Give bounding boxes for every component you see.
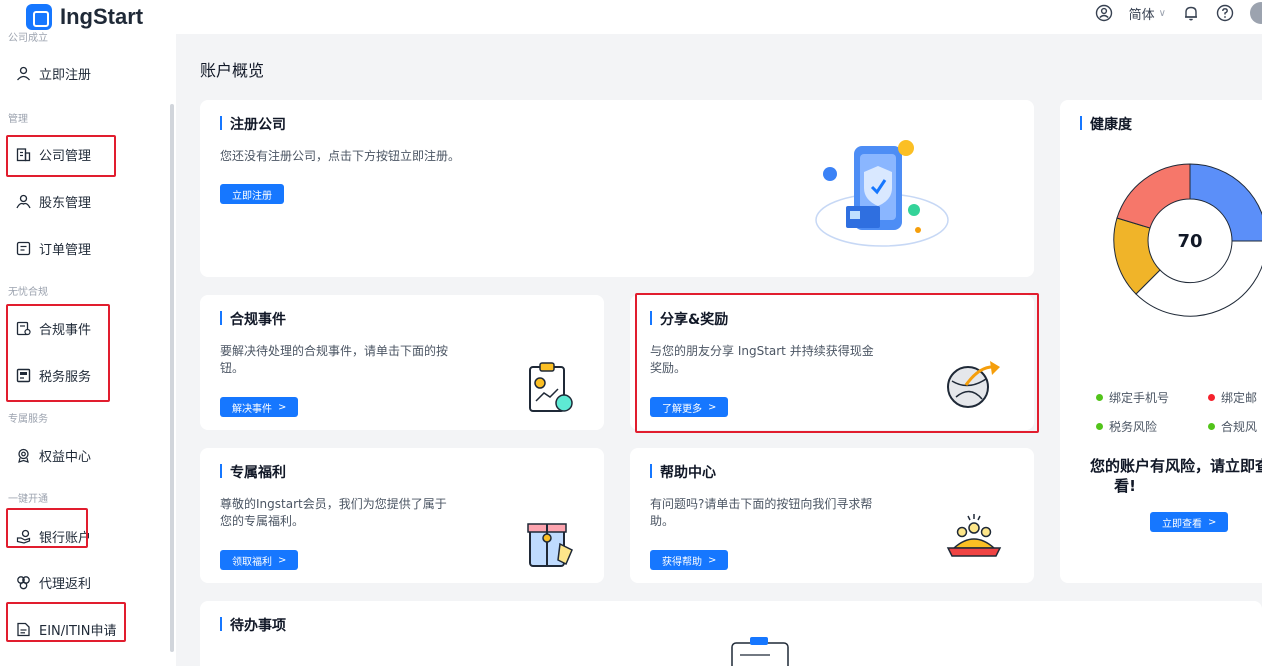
check-circle-icon <box>1208 423 1215 430</box>
register-company-card: 注册公司 您还没有注册公司，点击下方按钮立即注册。 立即注册 <box>200 100 1034 277</box>
chevron-right-icon: > <box>1208 516 1217 528</box>
badge-icon <box>18 448 29 463</box>
card-description: 要解决待处理的合规事件，请单击下面的按钮。 <box>220 344 449 375</box>
section-exclusive: 专属服务 <box>8 414 48 425</box>
logo-icon <box>26 4 52 30</box>
exclusive-welfare-card: 专属福利 尊敬的Ingstart会员，我们为您提供了属于您的专属福利。 领取福利… <box>200 448 604 583</box>
language-select[interactable]: 简体 ∨ <box>1129 4 1166 23</box>
chevron-down-icon: ∨ <box>1158 7 1166 19</box>
legend-item: 绑定手机号 <box>1096 389 1169 406</box>
highlight-bank-account <box>6 508 88 548</box>
check-circle-icon <box>1096 423 1103 430</box>
chevron-right-icon: > <box>708 554 717 566</box>
sidebar-item-label: 订单管理 <box>39 243 92 258</box>
card-description: 有问题吗?请单击下面的按钮向我们寻求帮助。 <box>650 497 873 528</box>
get-help-button[interactable]: 获得帮助 > <box>650 550 729 570</box>
todo-card: 待办事项 <box>200 601 1262 666</box>
risk-warning-text: 您的账户有风险，请立即查 看! <box>1089 457 1262 495</box>
sidebar-item-order-management[interactable]: 订单管理 <box>16 239 91 258</box>
legend-item: 合规风 <box>1208 418 1257 435</box>
chevron-right-icon: > <box>278 401 287 413</box>
help-center-card: 帮助中心 有问题吗?请单击下面的按钮向我们寻求帮助。 获得帮助 > <box>630 448 1034 583</box>
segment-blue <box>1189 163 1262 242</box>
card-title: 健康度 <box>1080 114 1132 134</box>
check-circle-icon <box>1096 394 1103 401</box>
top-header: IngStart 简体 ∨ <box>0 0 1262 34</box>
highlight-compliance-tax <box>6 304 110 402</box>
avatar[interactable] <box>1250 2 1262 24</box>
phone-shield-illustration-icon <box>815 140 949 247</box>
highlight-ein-itin <box>6 602 126 642</box>
clipboard-chart-icon <box>529 362 573 412</box>
coins-icon <box>17 576 30 590</box>
order-list-icon <box>16 241 31 256</box>
card-description: 尊敬的Ingstart会员，我们为您提供了属于您的专属福利。 <box>220 497 447 528</box>
claim-welfare-button[interactable]: 领取福利 > <box>220 550 299 570</box>
page-title: 账户概览 <box>200 61 265 80</box>
compliance-events-card: 合规事件 要解决待处理的合规事件，请单击下面的按钮。 解决事件 > <box>200 295 604 430</box>
clipboard-empty-icon <box>731 637 789 666</box>
card-title: 合规事件 <box>220 309 286 329</box>
health-score: 70 <box>1177 231 1202 252</box>
register-now-button[interactable]: 立即注册 <box>220 184 284 204</box>
card-title: 注册公司 <box>220 114 286 134</box>
close-circle-icon <box>1208 394 1215 401</box>
segment-red <box>1116 163 1191 229</box>
user-icon <box>17 66 30 81</box>
view-now-button[interactable]: 立即查看 > <box>1150 512 1229 532</box>
help-icon[interactable] <box>1216 4 1234 22</box>
section-management: 管理 <box>8 114 28 125</box>
card-title: 帮助中心 <box>650 462 716 482</box>
sidebar-scrollbar[interactable] <box>170 104 174 652</box>
card-description: 您还没有注册公司，点击下方按钮立即注册。 <box>220 149 461 163</box>
highlight-share-reward <box>635 293 1039 433</box>
bell-icon[interactable] <box>1182 4 1200 22</box>
sidebar-item-label: 权益中心 <box>39 450 92 465</box>
resolve-events-button[interactable]: 解决事件 > <box>220 397 299 417</box>
highlight-company-management <box>6 135 116 177</box>
section-one-click: 一键开通 <box>8 494 48 505</box>
app-logo[interactable]: IngStart <box>26 4 143 30</box>
user-shield-icon[interactable] <box>1095 4 1113 22</box>
card-title: 待办事项 <box>220 615 286 635</box>
legend-item: 税务风险 <box>1096 418 1157 435</box>
segment-white <box>1135 240 1262 317</box>
sidebar-item-label: 股东管理 <box>39 196 92 211</box>
sidebar-item-shareholder-management[interactable]: 股东管理 <box>16 192 91 211</box>
sidebar-item-label: 立即注册 <box>39 68 92 83</box>
health-card: 健康度 70 绑定手机号 绑定邮 税务风险 合规风 立即查看 > <box>1060 100 1262 583</box>
sidebar-item-benefits-center[interactable]: 权益中心 <box>16 446 91 465</box>
health-donut-chart: 70 <box>1113 163 1262 317</box>
sidebar-item-label: 代理返利 <box>39 577 92 592</box>
sidebar-item-register[interactable]: 立即注册 <box>16 64 91 83</box>
gift-box-icon <box>527 523 573 567</box>
chevron-right-icon: > <box>278 554 287 566</box>
language-label: 简体 <box>1128 7 1155 23</box>
sidebar-item-agent-rebate[interactable]: 代理返利 <box>16 573 91 592</box>
card-title: 专属福利 <box>220 462 286 482</box>
section-company-setup: 公司成立 <box>8 33 48 44</box>
users-icon <box>16 194 31 209</box>
app-name: IngStart <box>60 4 144 29</box>
legend-item: 绑定邮 <box>1208 389 1257 406</box>
team-podium-icon <box>946 514 1002 557</box>
section-compliance: 无忧合规 <box>8 287 48 298</box>
